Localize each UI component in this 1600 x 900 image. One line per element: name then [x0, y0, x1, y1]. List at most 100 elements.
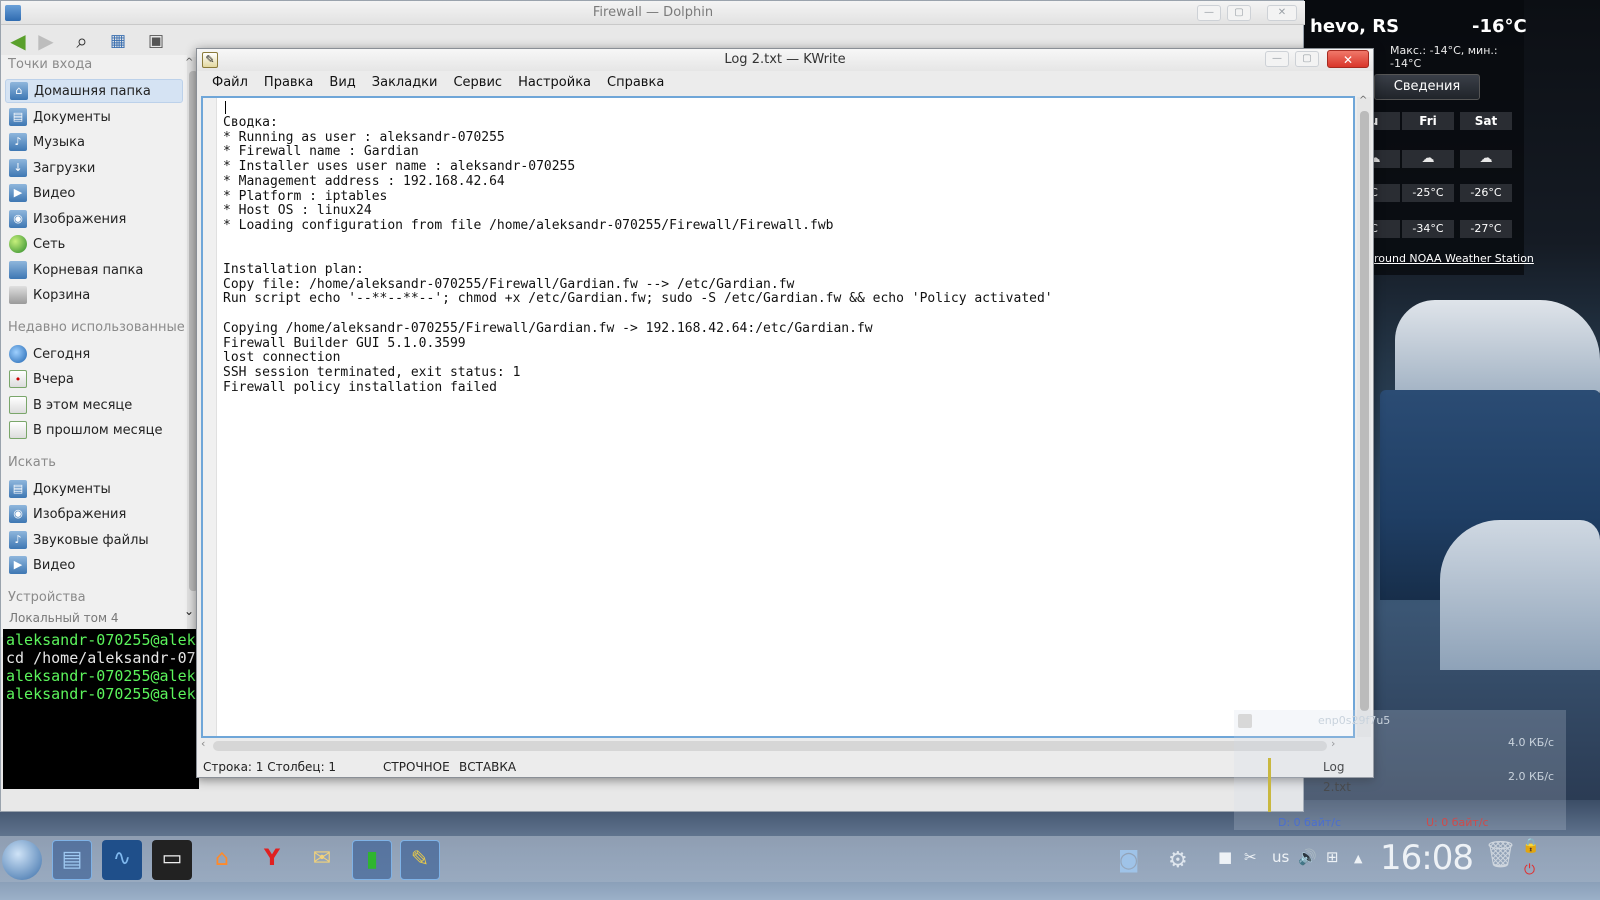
menu-file[interactable]: Файл	[204, 71, 256, 95]
search-item-audio[interactable]: ♪ Звуковые файлы	[5, 528, 183, 552]
close-button[interactable]: ✕	[1327, 50, 1369, 68]
back-arrow-icon[interactable]: ◀	[3, 27, 33, 55]
places-section-header: Точки входа	[8, 57, 93, 72]
preview-icon[interactable]: ▣	[141, 27, 171, 55]
settings-gear-icon[interactable]: ⚙	[1168, 848, 1188, 873]
application-launcher-icon[interactable]	[2, 840, 42, 880]
text-line: Run script echo '--**--**--'; chmod +x /…	[223, 291, 1053, 307]
minimize-button[interactable]: —	[1265, 51, 1289, 67]
close-button[interactable]: ✕	[1267, 5, 1297, 21]
recent-item-last-month[interactable]: В прошлом месяце	[5, 418, 183, 442]
pictures-folder-icon: ◉	[9, 210, 27, 228]
weather-day: Fri	[1402, 112, 1454, 130]
video-folder-icon: ▶	[9, 556, 27, 574]
text-editor[interactable]: Сводка: * Running as user : aleksandr-070…	[201, 96, 1355, 738]
text-line: Installation plan:	[223, 262, 364, 278]
maximize-button[interactable]: ▢	[1295, 51, 1319, 67]
power-icon[interactable]: ⏻	[1524, 862, 1535, 878]
minimize-button[interactable]: —	[1197, 5, 1221, 21]
system-monitor-icon[interactable]: ∿	[102, 840, 142, 880]
places-item-trash[interactable]: Корзина	[5, 283, 183, 307]
places-item-documents[interactable]: ▤ Документы	[5, 105, 183, 129]
vertical-scrollbar-thumb[interactable]	[1360, 111, 1369, 711]
recent-item-label: В прошлом месяце	[33, 422, 163, 438]
terminal-panel[interactable]: aleksandr-070255@aleks cd /home/aleksand…	[3, 629, 199, 789]
text-line: * Installer uses user name : aleksandr-0…	[223, 159, 576, 175]
kwrite-app-icon: ✎	[202, 52, 218, 68]
dolphin-task-icon[interactable]: ▤	[52, 840, 92, 880]
places-item-video[interactable]: ▶ Видео	[5, 181, 183, 205]
network-tray-icon[interactable]: ⊞	[1326, 848, 1339, 866]
rate-scale-low: 2.0 КБ/с	[1508, 770, 1555, 783]
trash-bin-icon[interactable]: 🗑	[1484, 840, 1517, 870]
forward-arrow-icon[interactable]: ▶	[31, 27, 61, 55]
search-item-label: Изображения	[33, 506, 127, 522]
mail-icon[interactable]: ✉	[302, 840, 342, 880]
menu-edit[interactable]: Правка	[256, 71, 321, 95]
places-item-music[interactable]: ♪ Музыка	[5, 130, 183, 154]
weather-details-button[interactable]: Сведения	[1374, 74, 1480, 100]
recent-item-today[interactable]: Сегодня	[5, 342, 183, 366]
search-item-documents[interactable]: ▤ Документы	[5, 477, 183, 501]
text-line: * Firewall name : Gardian	[223, 144, 419, 160]
volume-icon[interactable]: 🔊	[1298, 848, 1317, 866]
window-title: Firewall — Dolphin	[592, 5, 714, 20]
places-item-root[interactable]: Корневая папка	[5, 258, 183, 282]
selection-mode[interactable]: СТРОЧНОЕ	[383, 757, 450, 777]
scroll-down-icon[interactable]: ⌄	[184, 604, 194, 618]
menu-settings[interactable]: Настройка	[510, 71, 599, 95]
spreadsheet-icon[interactable]: ▮	[352, 840, 392, 880]
kwrite-task-icon[interactable]: ✎	[400, 840, 440, 880]
menu-bar: Файл Правка Вид Закладки Сервис Настройк…	[197, 71, 1373, 95]
places-item-downloads[interactable]: ↓ Загрузки	[5, 156, 183, 180]
menu-tools[interactable]: Сервис	[445, 71, 510, 95]
calendar-icon: •	[9, 370, 27, 388]
yandex-browser-icon[interactable]: Y	[252, 840, 292, 880]
weather-minmax: Макс.: -14°C, мин.: -14°C	[1390, 44, 1498, 70]
network-interface: enp0s29f7u5	[1318, 714, 1391, 727]
folder-icon: ▤	[9, 480, 27, 498]
menu-help[interactable]: Справка	[599, 71, 672, 95]
devices-item[interactable]: Локальный том 4	[5, 611, 183, 625]
status-bar: Строка: 1 Столбец: 1 СТРОЧНОЕ ВСТАВКА Lo…	[197, 757, 1373, 794]
search-section-header: Искать	[8, 455, 56, 470]
clipboard-scissors-icon[interactable]: ✂	[1244, 848, 1257, 866]
menu-view[interactable]: Вид	[321, 71, 363, 95]
weather-low: -27°C	[1460, 220, 1512, 238]
terminal-line: aleksandr-070255@aleks	[6, 631, 199, 649]
horizontal-scrollbar[interactable]	[213, 741, 1327, 751]
places-item-pictures[interactable]: ◉ Изображения	[5, 207, 183, 231]
search-item-pictures[interactable]: ◉ Изображения	[5, 502, 183, 526]
recent-item-yesterday[interactable]: • Вчера	[5, 367, 183, 391]
tray-expand-icon[interactable]: ▲	[1354, 852, 1362, 865]
recent-item-label: В этом месяце	[33, 397, 133, 413]
places-item-network[interactable]: Сеть	[5, 232, 183, 256]
scroll-up-icon[interactable]: ^	[1359, 95, 1367, 106]
maximize-button[interactable]: ▢	[1227, 5, 1251, 21]
clock[interactable]: 16:08	[1380, 838, 1474, 878]
view-mode-icon[interactable]: ▦	[103, 27, 133, 55]
stop-icon[interactable]: ■	[1218, 848, 1232, 866]
search-item-video[interactable]: ▶ Видео	[5, 553, 183, 577]
keyboard-layout[interactable]: us	[1272, 848, 1289, 866]
window-title: Log 2.txt — KWrite	[724, 52, 846, 67]
dolphin-app-icon	[5, 5, 21, 21]
weather-source-link[interactable]: round NOAA Weather Station	[1374, 252, 1534, 265]
home-icon[interactable]: ⌂	[202, 840, 242, 880]
scroll-up-icon[interactable]: ^	[185, 57, 193, 68]
download-rate: D: 0 байт/с	[1278, 816, 1342, 829]
text-line	[223, 248, 1053, 263]
scroll-left-icon[interactable]: ‹	[201, 737, 205, 750]
text-line: Copying /home/aleksandr-070255/Firewall/…	[223, 320, 873, 336]
network-icon	[9, 235, 27, 253]
terminal-icon[interactable]: ▭	[152, 840, 192, 880]
places-item-home[interactable]: ⌂ Домашняя папка	[5, 79, 183, 103]
input-mode[interactable]: ВСТАВКА	[459, 757, 516, 777]
menu-bookmarks[interactable]: Закладки	[364, 71, 446, 95]
screenshot-icon[interactable]: ◙	[1118, 848, 1139, 873]
recent-item-this-month[interactable]: В этом месяце	[5, 393, 183, 417]
calendar-icon	[9, 421, 27, 439]
lock-icon[interactable]: 🔒	[1522, 838, 1539, 854]
search-icon[interactable]: ⌕	[67, 27, 97, 55]
text-line: * Management address : 192.168.42.64	[223, 173, 505, 189]
